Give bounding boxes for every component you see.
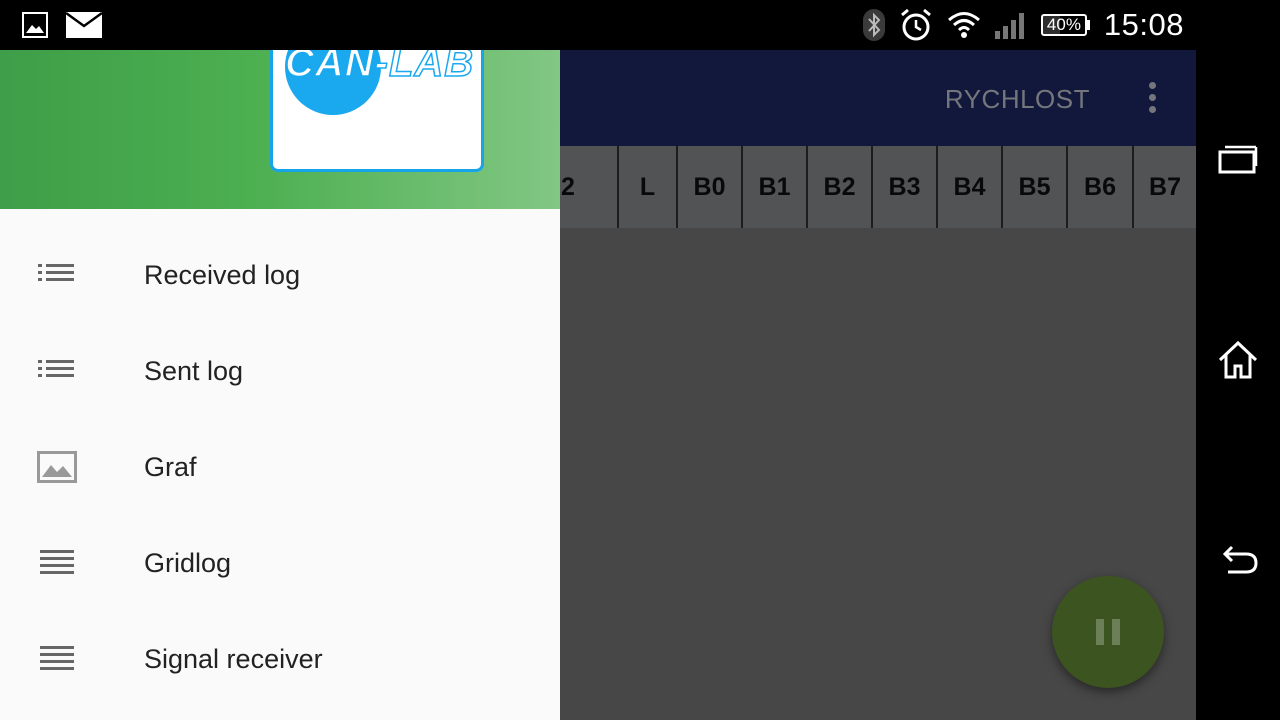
list-icon [38, 264, 74, 281]
nav-item-label: Received log [144, 259, 301, 290]
nav-item-label: Gridlog [144, 547, 232, 578]
status-bar: 40% 15:08 [0, 0, 1196, 50]
can-lab-logo: CAN-LAB [270, 50, 484, 172]
home-icon[interactable] [1216, 338, 1260, 382]
nav-item-graf[interactable]: Graf [0, 419, 560, 515]
pause-icon [1096, 619, 1104, 645]
battery-percent: 40% [1046, 15, 1081, 34]
wifi-icon [947, 12, 980, 38]
back-icon[interactable] [1216, 538, 1260, 582]
drawer-header: CAN-LAB [0, 50, 560, 209]
pause-button[interactable] [1052, 576, 1164, 688]
navigation-drawer: CAN-LAB Received log Sent log Graf Gridl… [0, 50, 560, 720]
lines-icon [40, 550, 74, 574]
signal-icon [994, 13, 1024, 39]
bluetooth-icon [862, 9, 885, 41]
lines-icon [40, 646, 74, 670]
list-icon [38, 360, 74, 377]
clock: 15:08 [1103, 7, 1184, 42]
app-content: RYCHLOST 2 L B0 B1 B2 B3 B4 B5 B6 B7 CAN… [0, 50, 1196, 720]
nav-item-gridlog[interactable]: Gridlog [0, 515, 560, 611]
system-navigation-bar [1196, 0, 1280, 720]
nav-item-label: Sent log [144, 355, 244, 386]
battery-indicator: 40% [1040, 14, 1090, 36]
nav-item-label: Signal receiver [144, 643, 323, 674]
mail-icon [66, 12, 102, 38]
nav-item-sent-log[interactable]: Sent log [0, 323, 560, 419]
image-icon [37, 451, 77, 483]
image-icon [22, 12, 48, 38]
alarm-icon [900, 8, 931, 41]
nav-item-label: Graf [144, 451, 197, 482]
nav-item-signal-receiver[interactable]: Signal receiver [0, 611, 560, 707]
recent-apps-icon[interactable] [1216, 138, 1260, 182]
nav-item-received-log[interactable]: Received log [0, 227, 560, 323]
